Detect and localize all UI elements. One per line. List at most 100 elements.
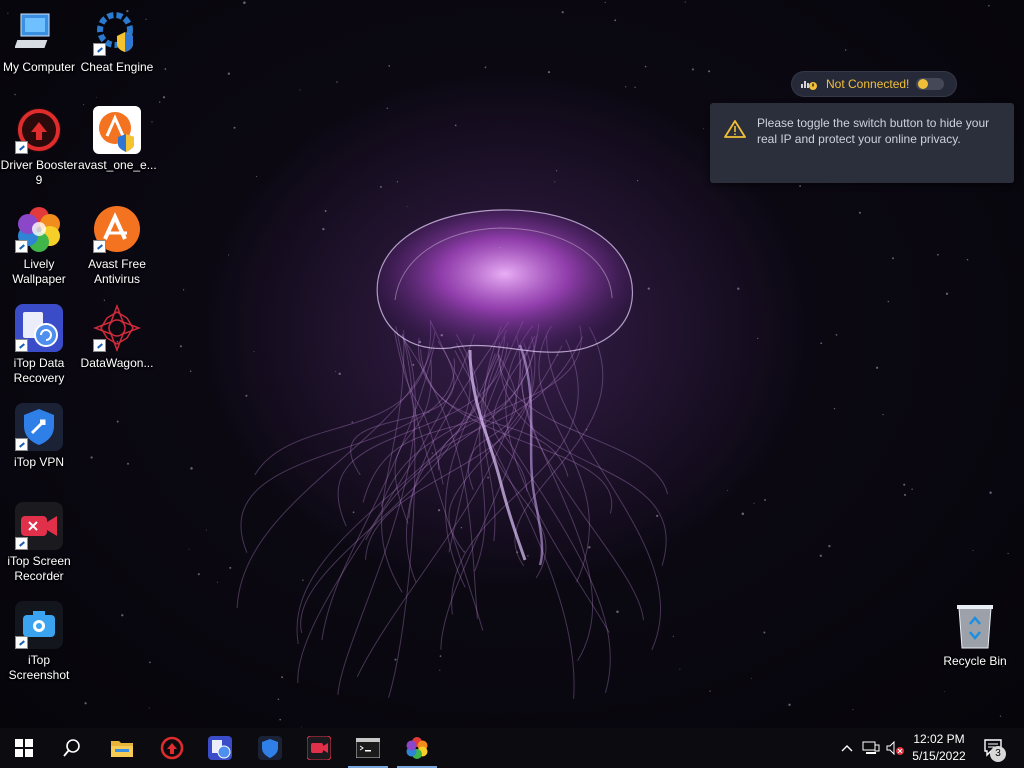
wallpaper-particle: [127, 462, 129, 465]
wallpaper-particle: [799, 185, 802, 187]
wallpaper-particle: [903, 493, 907, 496]
wallpaper-particle: [188, 548, 190, 550]
desktop-icon-label: Avast Free Antivirus: [88, 257, 146, 286]
desktop-icon-label: Lively Wallpaper: [12, 257, 66, 286]
wallpaper-particle: [189, 370, 192, 372]
wallpaper-particle: [394, 658, 397, 661]
screenshot-camera-icon: [15, 601, 63, 649]
start-button[interactable]: [0, 728, 48, 768]
wallpaper-particle: [999, 715, 1002, 717]
desktop-icon-avast-free[interactable]: Avast Free Antivirus: [78, 205, 156, 287]
avast-one-installer-icon: [93, 106, 141, 154]
wallpaper-particle: [352, 511, 355, 514]
wallpaper-particle: [336, 81, 338, 83]
desktop-icon-datawagon[interactable]: DataWagon...: [78, 303, 156, 371]
wallpaper-particle: [588, 546, 591, 549]
wallpaper-particle: [972, 550, 974, 551]
wallpaper-particle: [741, 512, 745, 516]
wallpaper-particle: [228, 254, 230, 256]
wallpaper-particle: [277, 698, 280, 701]
taskbar-lively-wallpaper[interactable]: [393, 728, 441, 768]
wallpaper-particle: [757, 337, 759, 340]
wallpaper-particle: [989, 491, 992, 495]
wallpaper-particle: [911, 488, 913, 490]
wallpaper-particle: [229, 566, 232, 569]
wallpaper-particle: [484, 66, 487, 69]
wallpaper-particle: [764, 498, 767, 501]
search-button[interactable]: [48, 728, 96, 768]
wallpaper-particle: [852, 708, 854, 711]
desktop-icon-lively-wallpaper[interactable]: Lively Wallpaper: [0, 205, 78, 287]
desktop-icon-label: iTop Data Recovery: [13, 356, 65, 385]
vpn-shield-icon: [258, 736, 282, 760]
wallpaper-particle: [788, 703, 791, 706]
wallpaper-particle: [406, 206, 408, 208]
desktop-icon-itop-data-recovery[interactable]: iTop Data Recovery: [0, 304, 78, 386]
wallpaper-particle: [604, 1, 606, 4]
network-button[interactable]: [860, 728, 882, 768]
desktop[interactable]: My Computer Cheat Engine Driver Booster …: [0, 0, 1024, 728]
wallpaper-particle: [431, 452, 433, 454]
wallpaper-particle: [763, 631, 766, 634]
desktop-icon-label: avast_one_e...: [78, 158, 157, 172]
wallpaper-particle: [159, 101, 161, 103]
shortcut-arrow-icon: [93, 339, 106, 352]
wallpaper-particle: [245, 394, 248, 397]
desktop-icon-my-computer[interactable]: My Computer: [0, 8, 78, 75]
wallpaper-particle: [149, 661, 151, 664]
taskbar-command-prompt[interactable]: [344, 728, 392, 768]
taskbar-file-explorer[interactable]: [98, 728, 146, 768]
wallpaper-particle: [412, 363, 415, 366]
data-recovery-icon: [208, 736, 232, 760]
notification-count-badge: 3: [990, 746, 1006, 762]
wallpaper-particle: [727, 490, 729, 492]
taskbar-itop-screen-recorder[interactable]: [295, 728, 343, 768]
taskbar-clock[interactable]: 12:02 PM 5/15/2022: [900, 731, 978, 765]
shortcut-arrow-icon: [93, 43, 106, 56]
taskbar-itop-vpn[interactable]: [246, 728, 294, 768]
desktop-icon-recycle-bin[interactable]: Recycle Bin: [936, 602, 1014, 669]
wallpaper-particle: [487, 476, 489, 479]
clock-time: 12:02 PM: [913, 732, 965, 746]
wallpaper-particle: [439, 669, 441, 671]
desktop-icon-label: iTop Screenshot: [8, 653, 70, 682]
wallpaper-particle: [179, 345, 182, 348]
lively-flower-icon: [15, 205, 63, 253]
wallpaper-particle: [988, 4, 990, 7]
wallpaper-particle: [90, 456, 93, 459]
taskbar-driver-booster[interactable]: [148, 728, 196, 768]
show-hidden-icons-button[interactable]: [836, 728, 858, 768]
wallpaper-particle: [302, 579, 304, 581]
wallpaper-particle: [835, 334, 838, 336]
desktop-icon-avast-one[interactable]: avast_one_e...: [78, 106, 157, 173]
wallpaper-particle: [882, 413, 884, 416]
desktop-icon-label: iTop VPN: [13, 455, 65, 469]
wallpaper-particle: [243, 1, 246, 4]
folder-icon: [111, 741, 133, 757]
windows-logo-icon: [15, 739, 33, 757]
wallpaper-particle: [634, 86, 636, 88]
desktop-icon-itop-vpn[interactable]: iTop VPN: [0, 403, 78, 470]
wallpaper-particle: [14, 93, 16, 96]
vpn-shield-icon: [15, 403, 63, 451]
wallpaper-particle: [216, 581, 218, 583]
desktop-icon-label: Recycle Bin: [943, 654, 1007, 668]
desktop-icon-cheat-engine[interactable]: Cheat Engine: [78, 8, 156, 75]
shortcut-arrow-icon: [15, 339, 28, 352]
wallpaper-particle: [162, 96, 166, 99]
wallpaper-particle: [351, 421, 354, 423]
wallpaper-particle: [324, 210, 327, 212]
wallpaper-particle: [691, 68, 694, 71]
wallpaper-particle: [205, 529, 207, 531]
vpn-connect-toggle[interactable]: [916, 78, 944, 90]
desktop-icon-itop-screen-recorder[interactable]: iTop Screen Recorder: [0, 502, 78, 584]
taskbar-itop-data-recovery[interactable]: [196, 728, 244, 768]
wallpaper-particle: [379, 185, 382, 188]
wallpaper-particle: [454, 124, 457, 127]
desktop-icon-itop-screenshot[interactable]: iTop Screenshot: [0, 601, 78, 683]
datawagon-icon: [92, 303, 142, 353]
data-recovery-icon: [15, 304, 63, 352]
wallpaper-particle: [182, 289, 185, 291]
desktop-icon-driver-booster[interactable]: Driver Booster 9: [0, 106, 78, 188]
action-center-button[interactable]: 3: [980, 728, 1008, 768]
